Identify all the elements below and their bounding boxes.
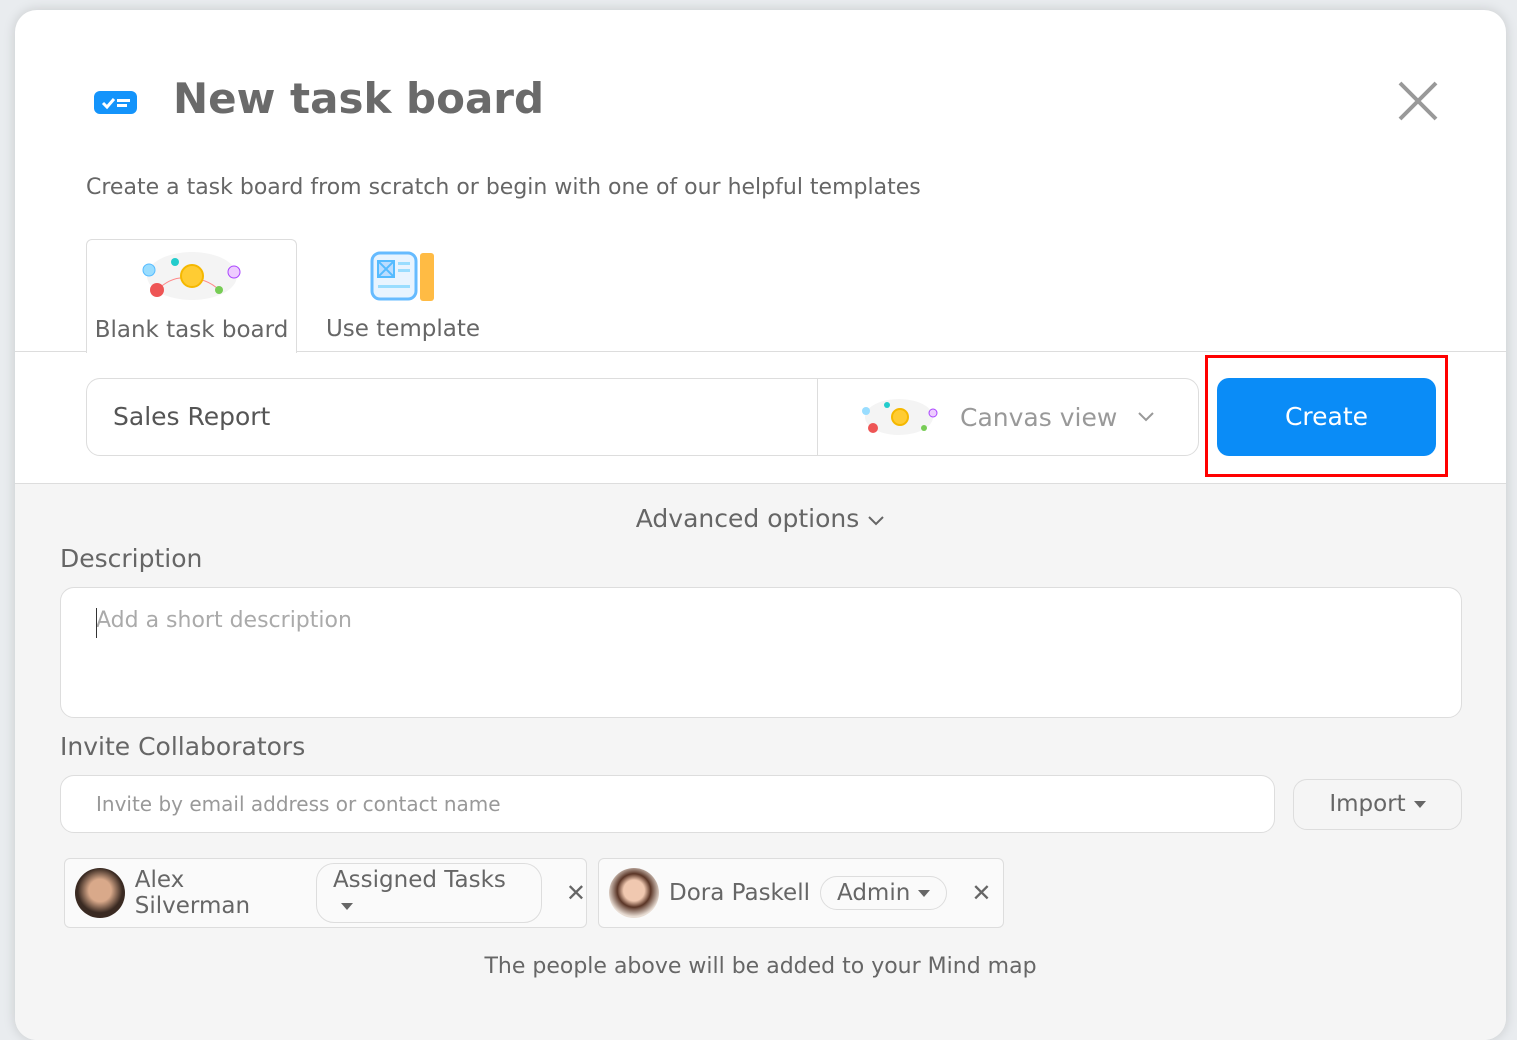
caret-down-icon [1413, 801, 1426, 808]
role-select[interactable]: Assigned Tasks [315, 863, 542, 923]
remove-collaborator-icon[interactable]: ✕ [566, 879, 586, 907]
close-icon[interactable] [1395, 78, 1441, 124]
description-input[interactable]: Add a short description [60, 587, 1462, 718]
tab-label: Use template [325, 316, 481, 342]
role-value: Admin [837, 880, 911, 906]
remove-collaborator-icon[interactable]: ✕ [971, 879, 991, 907]
collaborator-chip: Alex Silverman Assigned Tasks ✕ [64, 858, 587, 928]
chevron-down-icon [868, 516, 884, 526]
tab-blank-task-board[interactable]: Blank task board [86, 239, 297, 353]
mind-map-icon [142, 252, 240, 300]
tab-use-template[interactable]: Use template [315, 239, 491, 352]
collaborators-note: The people above will be added to your M… [484, 954, 1037, 979]
invite-label: Invite Collaborators [60, 732, 306, 761]
new-task-board-dialog: New task board Create a task board from … [15, 10, 1506, 1040]
collaborator-chip: Dora Paskell Admin ✕ [598, 858, 1004, 928]
task-board-icon [94, 91, 137, 114]
advanced-options-panel: Advanced options Description Add a short… [15, 483, 1506, 1040]
role-select[interactable]: Admin [820, 876, 948, 910]
advanced-options-toggle[interactable]: Advanced options [15, 504, 1506, 533]
caret-down-icon [340, 903, 353, 910]
avatar [609, 868, 659, 918]
mind-map-icon [862, 399, 938, 435]
create-button[interactable]: Create [1217, 378, 1436, 456]
collaborator-name: Alex Silverman [134, 867, 251, 919]
chevron-down-icon [1138, 412, 1154, 422]
caret-down-icon [918, 890, 931, 897]
import-button[interactable]: Import [1293, 779, 1462, 830]
view-select-value: Canvas view [960, 402, 1118, 432]
collaborator-name: Dora Paskell [669, 880, 810, 906]
advanced-options-label: Advanced options [635, 504, 860, 533]
dialog-subtitle: Create a task board from scratch or begi… [86, 175, 921, 200]
invite-input[interactable]: Invite by email address or contact name [60, 775, 1275, 833]
template-icon [370, 251, 434, 301]
tab-label: Blank task board [94, 317, 289, 343]
avatar [75, 868, 125, 918]
import-label: Import [1329, 791, 1406, 817]
description-label: Description [60, 544, 203, 573]
view-select[interactable]: Canvas view [818, 379, 1198, 455]
board-form-row: Sales Report Canvas view [86, 378, 1199, 456]
dialog-title: New task board [173, 74, 545, 123]
board-name-input[interactable]: Sales Report [87, 379, 818, 455]
role-value: Assigned Tasks [332, 867, 506, 893]
